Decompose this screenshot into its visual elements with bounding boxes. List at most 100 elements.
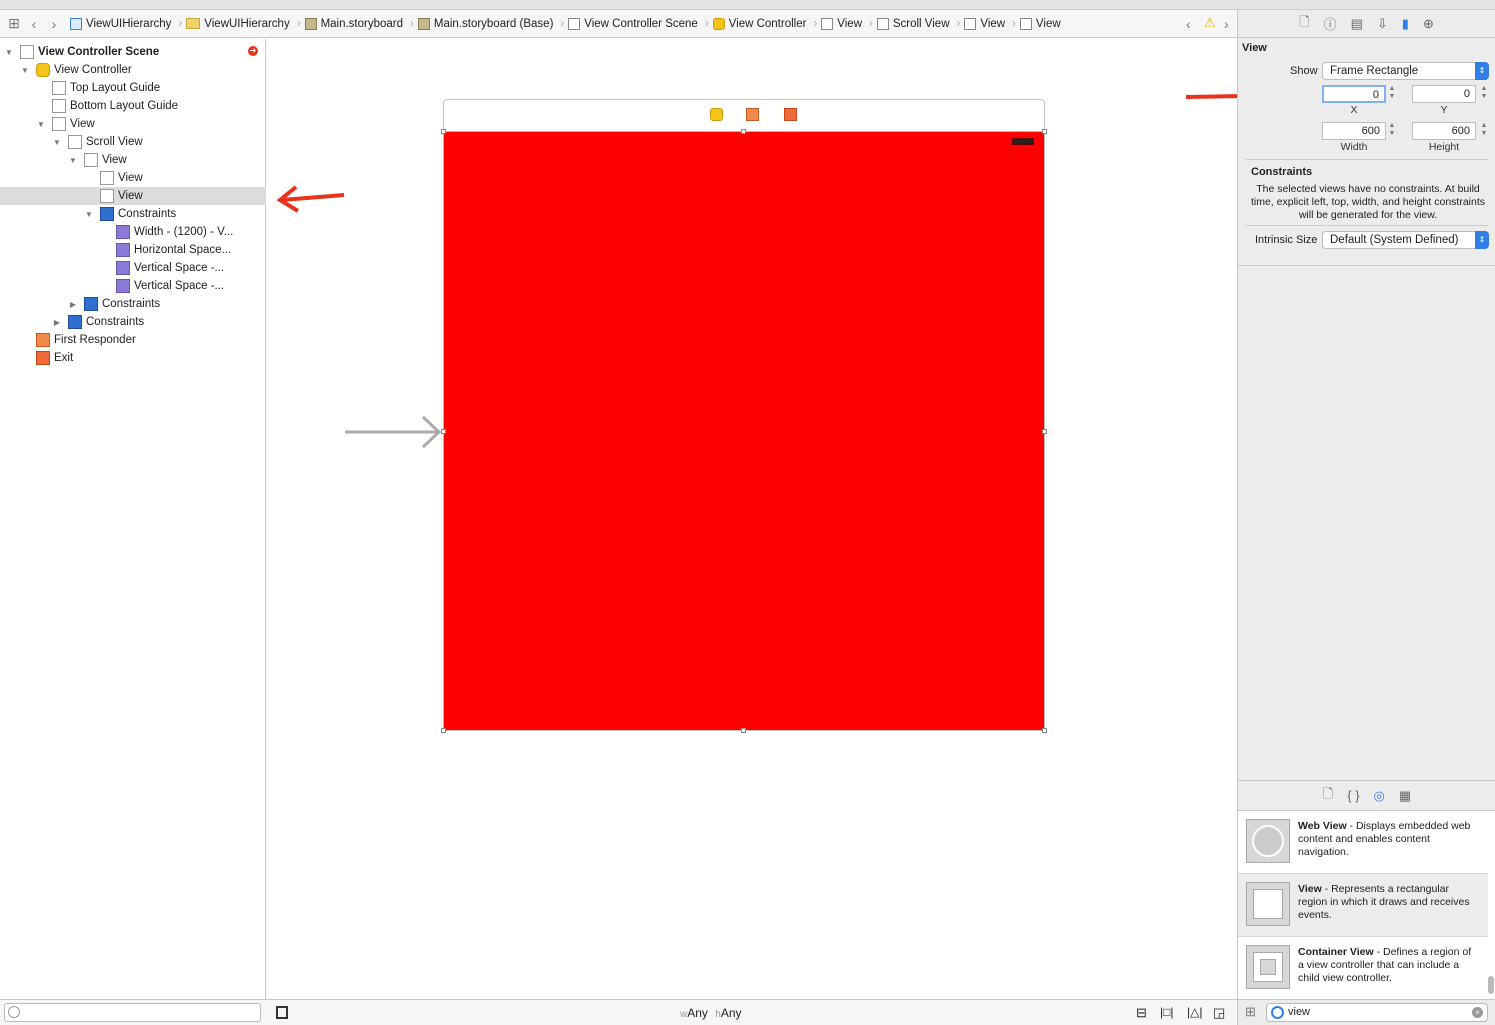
outline-item[interactable]: Exit (0, 349, 266, 367)
disclosure-expanded-icon[interactable]: ▼ (20, 66, 30, 75)
connections-inspector-icon[interactable]: ⊕ (1423, 16, 1434, 32)
align-icon[interactable]: |□| (1160, 1005, 1173, 1019)
resize-handle[interactable] (441, 728, 446, 733)
width-field[interactable]: 600 (1322, 122, 1386, 140)
scroll-view-icon (876, 17, 889, 30)
forward-button[interactable]: › (44, 16, 64, 32)
exit-icon[interactable] (784, 108, 797, 121)
outline-filter-input[interactable] (4, 1003, 261, 1022)
view-controller-icon[interactable] (710, 108, 723, 121)
disclosure-expanded-icon[interactable]: ▼ (36, 120, 46, 129)
first-responder-icon[interactable] (746, 108, 759, 121)
outline-item[interactable]: ▶ Constraints (0, 313, 266, 331)
library-filter-input[interactable]: view × (1266, 1003, 1488, 1022)
outline-item[interactable]: View (0, 187, 266, 205)
outline-item-label: View Controller Scene (38, 46, 160, 58)
file-inspector-icon[interactable]: 🗋 (1299, 13, 1309, 35)
outline-item[interactable]: Bottom Layout Guide (0, 97, 266, 115)
back-button[interactable]: ‹ (24, 16, 44, 32)
window-title-strip (0, 0, 1495, 10)
disclosure-collapsed-icon[interactable]: ▶ (52, 318, 62, 327)
stack-icon[interactable]: ⊟ (1136, 1005, 1147, 1021)
next-issue-button[interactable]: › (1224, 16, 1229, 32)
outline-item[interactable]: ▶ Constraints (0, 295, 266, 313)
resolve-issues-icon[interactable]: ◲ (1213, 1005, 1225, 1021)
disclosure-expanded-icon[interactable]: ▼ (4, 48, 14, 57)
disclosure-expanded-icon[interactable]: ▼ (68, 156, 78, 165)
outline-item[interactable]: First Responder (0, 331, 266, 349)
outline-item[interactable]: ▼ View Controller (0, 61, 266, 79)
x-stepper[interactable]: ▲ ▼ (1388, 85, 1396, 103)
toggle-outline-icon[interactable] (276, 1006, 288, 1019)
constraints-icon (84, 297, 98, 311)
outline-item[interactable]: ▼ Scroll View (0, 133, 266, 151)
code-snippet-icon[interactable]: { } (1347, 788, 1359, 803)
identity-inspector-icon[interactable]: ▤ (1351, 16, 1363, 32)
outline-item[interactable]: ▼ View (0, 115, 266, 133)
resize-handle[interactable] (1042, 429, 1047, 434)
clear-filter-icon[interactable]: × (1472, 1007, 1483, 1018)
breadcrumb-item[interactable]: View › (821, 17, 873, 30)
outline-item[interactable]: Vertical Space -... (0, 277, 266, 295)
y-stepper[interactable]: ▲ ▼ (1480, 85, 1488, 103)
resize-handle[interactable] (741, 129, 746, 134)
width-stepper[interactable]: ▲ ▼ (1388, 122, 1396, 140)
outline-item[interactable]: View (0, 169, 266, 187)
breadcrumb-item[interactable]: ViewUIHierarchy › (70, 17, 182, 30)
breadcrumb-item[interactable]: View (1019, 17, 1061, 30)
breadcrumb-item[interactable]: View Controller Scene › (568, 17, 709, 30)
media-library-icon[interactable]: ▦ (1399, 788, 1411, 804)
size-class-control[interactable]: wAny hAny (680, 1006, 742, 1020)
library-scrollbar[interactable] (1488, 976, 1494, 994)
breadcrumb-item[interactable]: View › (964, 17, 1016, 30)
outline-item[interactable]: Top Layout Guide (0, 79, 266, 97)
quick-help-icon[interactable]: ⓘ (1324, 14, 1337, 33)
library-item[interactable]: View - Represents a rectangular region i… (1238, 874, 1488, 937)
library-filter-bar: ⊞ view × (1237, 999, 1495, 1025)
outline-item[interactable]: Vertical Space -... (0, 259, 266, 277)
file-template-icon[interactable]: 🗋 (1323, 785, 1333, 807)
pin-icon[interactable]: |△| (1187, 1005, 1202, 1019)
outline-item[interactable]: Horizontal Space... (0, 241, 266, 259)
show-popup[interactable]: Frame Rectangle ⇕ (1322, 62, 1489, 80)
resize-handle[interactable] (441, 129, 446, 134)
breadcrumb-label: View (837, 17, 862, 30)
x-field[interactable]: 0 (1322, 85, 1386, 103)
outline-item[interactable]: ▼ View Controller Scene (0, 43, 266, 61)
breadcrumb-item[interactable]: ViewUIHierarchy › (186, 18, 301, 30)
height-field[interactable]: 600 (1412, 122, 1476, 140)
resize-handle[interactable] (1042, 129, 1047, 134)
size-inspector-icon[interactable]: ▮ (1402, 16, 1409, 32)
breadcrumb-item[interactable]: Main.storyboard (Base) › (417, 17, 564, 30)
library-tabs: 🗋 { } ◎ ▦ (1238, 781, 1495, 811)
attributes-inspector-icon[interactable]: ⇩ (1377, 16, 1388, 32)
prev-issue-button[interactable]: ‹ (1186, 16, 1191, 32)
resize-handle[interactable] (1042, 728, 1047, 733)
battery-icon (1012, 138, 1034, 145)
disclosure-expanded-icon[interactable]: ▼ (84, 210, 94, 219)
intrinsic-size-popup[interactable]: Default (System Defined) ⇕ (1322, 231, 1489, 249)
resize-handle[interactable] (741, 728, 746, 733)
library-item[interactable]: Container View - Defines a region of a v… (1238, 937, 1488, 1000)
constraints-text: The selected views have no constraints. … (1250, 183, 1486, 221)
outline-item[interactable]: ▼ View (0, 151, 266, 169)
outline-item[interactable]: Width - (1200) - V... (0, 223, 266, 241)
disclosure-expanded-icon[interactable]: ▼ (52, 138, 62, 147)
disclosure-collapsed-icon[interactable]: ▶ (68, 300, 78, 309)
library-item[interactable]: Web View - Displays embedded web content… (1238, 811, 1488, 874)
error-indicator-icon[interactable]: ➔ (248, 46, 258, 56)
grid-view-icon[interactable]: ⊞ (1245, 1004, 1256, 1020)
outline-item[interactable]: ▼ Constraints (0, 205, 266, 223)
object-library-icon[interactable]: ◎ (1374, 788, 1385, 804)
breadcrumb-item[interactable]: Scroll View › (876, 17, 960, 30)
height-stepper[interactable]: ▲ ▼ (1480, 122, 1488, 140)
intrinsic-size-value: Default (System Defined) (1330, 234, 1459, 246)
related-items-icon[interactable]: ⊞ (4, 15, 24, 32)
filter-icon (8, 1006, 20, 1018)
y-field[interactable]: 0 (1412, 85, 1476, 103)
warning-icon[interactable]: ⚠ (1204, 15, 1216, 31)
selected-view[interactable] (441, 129, 1047, 733)
outline-item-label: Vertical Space -... (134, 280, 225, 292)
breadcrumb-item[interactable]: View Controller › (712, 17, 817, 30)
breadcrumb-item[interactable]: Main.storyboard › (304, 17, 414, 30)
